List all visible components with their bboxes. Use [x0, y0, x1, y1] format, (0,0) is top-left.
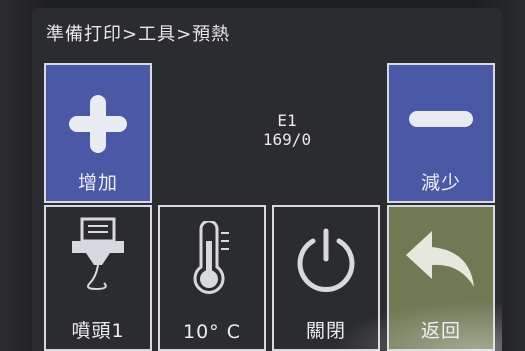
close-button-label: 關閉: [305, 320, 346, 342]
nozzle-button[interactable]: 噴頭1: [44, 205, 152, 351]
plus-icon: [46, 91, 150, 157]
add-button[interactable]: 增加: [44, 63, 152, 203]
minus-icon: [389, 107, 493, 131]
close-button[interactable]: 關閉: [272, 205, 380, 351]
nozzle-button-label: 噴頭1: [71, 320, 125, 342]
add-button-label: 增加: [77, 172, 118, 194]
back-button[interactable]: 返回: [387, 205, 495, 351]
back-arrow-icon: [389, 225, 493, 295]
subtract-button-label: 減少: [420, 172, 461, 194]
temperature-step-label: 10° C: [183, 321, 241, 343]
back-button-label: 返回: [420, 320, 461, 342]
temperature-value: 169/0: [262, 130, 312, 149]
power-icon: [274, 225, 378, 295]
lcd-screen: 準備打印>工具>預熱 增加 E1 169/0 減少 噴頭1 10° C 關閉 返…: [32, 8, 502, 351]
subtract-button[interactable]: 減少: [387, 63, 495, 203]
temperature-readout: E1 169/0: [227, 111, 347, 149]
temperature-step-button[interactable]: 10° C: [158, 205, 266, 351]
thermometer-icon: [160, 221, 264, 299]
breadcrumb: 準備打印>工具>預熱: [46, 24, 231, 45]
extruder-label: E1: [277, 111, 297, 130]
nozzle-icon: [46, 217, 150, 295]
